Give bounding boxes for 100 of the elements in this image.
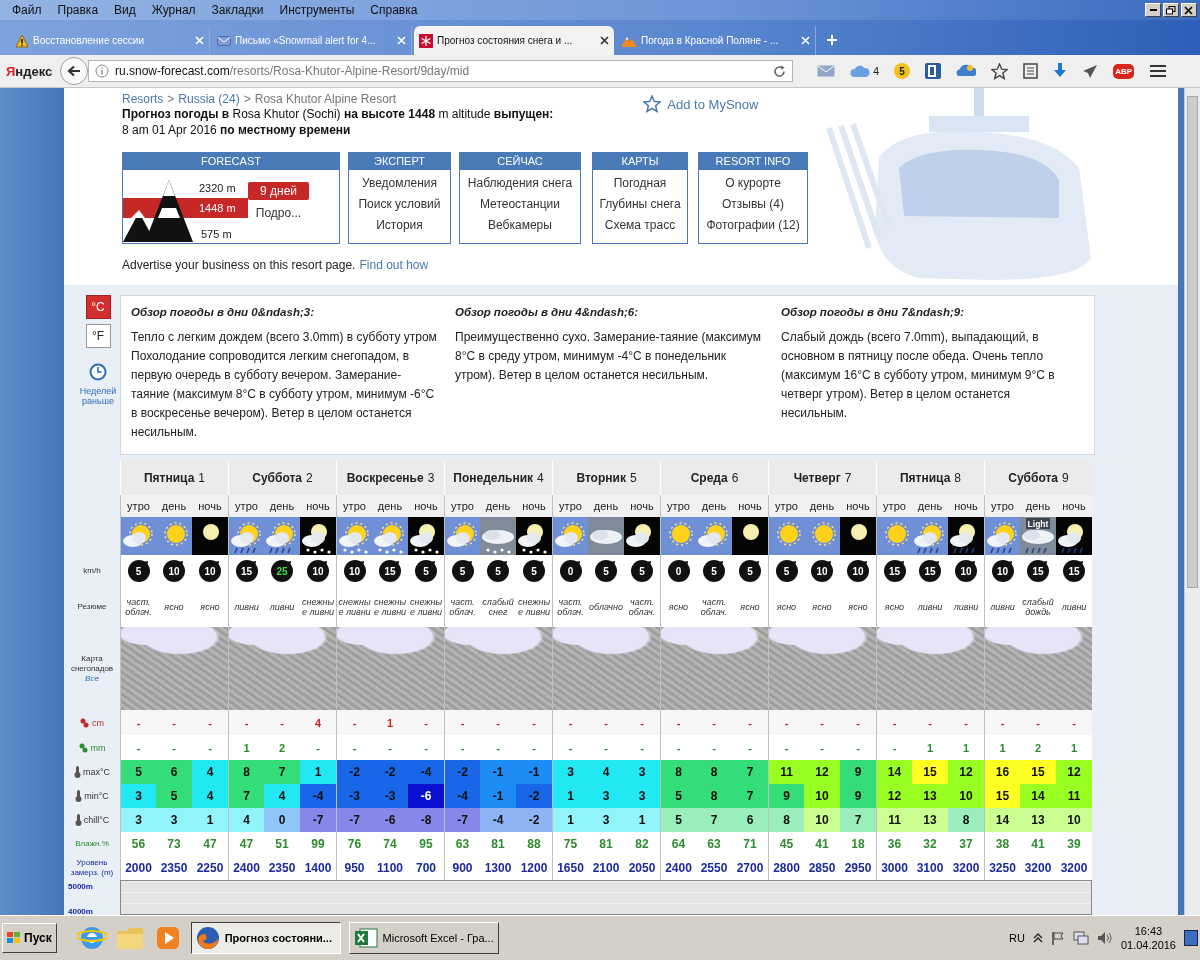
menu-link[interactable]: Метеостанции — [479, 197, 561, 211]
wind-badge: 5 — [775, 560, 798, 582]
restore-button[interactable] — [1163, 3, 1179, 17]
wind-badge: 5 — [415, 560, 437, 582]
menu-link[interactable]: Вебкамеры — [488, 218, 552, 232]
map-placeholder[interactable] — [876, 627, 984, 710]
reload-icon[interactable] — [773, 64, 786, 78]
adblock-badge[interactable]: ABP — [1113, 63, 1134, 79]
add-to-mysnow-link[interactable]: Add to MySnow — [643, 94, 759, 114]
menu-link[interactable]: Глубины снега — [599, 197, 681, 211]
rain-cell: - — [840, 735, 876, 760]
period-label: утро — [552, 495, 588, 517]
unit-toggle[interactable]: °F — [85, 324, 111, 348]
show-desktop-button[interactable] — [1184, 930, 1198, 946]
details-link[interactable]: Подро... — [255, 206, 302, 220]
weather-icon[interactable] — [956, 64, 977, 78]
snow-cell: - — [228, 710, 264, 735]
start-button[interactable]: Пуск — [2, 923, 57, 953]
menu-icon[interactable] — [1149, 64, 1167, 78]
period-label: утро — [228, 495, 264, 517]
menu-item[interactable]: Справка — [362, 3, 426, 17]
cloud-counter[interactable]: 4 — [850, 65, 880, 77]
freezing-level-cell: 2950 — [840, 856, 876, 880]
menu-link[interactable]: Фотографии (12) — [706, 218, 800, 232]
menu-item[interactable]: Инструменты — [271, 3, 363, 17]
temperature-cell: 7 — [264, 760, 300, 784]
reading-list-icon[interactable] — [1023, 63, 1039, 79]
wind-badge: 5 — [451, 560, 474, 582]
clock-date[interactable]: 01.04.2016 — [1120, 938, 1176, 952]
menu-item[interactable]: Журнал — [143, 3, 204, 17]
menu-item[interactable]: Закладки — [203, 3, 272, 17]
map-placeholder[interactable] — [336, 627, 444, 710]
paper-plane-icon[interactable] — [1082, 63, 1099, 79]
days-button[interactable]: 9 дней — [248, 182, 309, 200]
scrollbar-drawing[interactable] — [1184, 88, 1200, 915]
all-maps-link[interactable]: Все — [85, 674, 99, 683]
row-label: Резюме — [77, 602, 107, 612]
unit-toggle[interactable]: °C — [85, 295, 111, 319]
network-icon[interactable] — [1072, 931, 1089, 945]
clock-time[interactable]: 16:43 — [1134, 924, 1163, 938]
menu-link[interactable]: Схема трасс — [604, 218, 676, 232]
chevron-up-icon[interactable] — [1032, 932, 1043, 944]
clock-icon[interactable] — [89, 363, 107, 381]
map-placeholder[interactable] — [768, 627, 876, 710]
close-button[interactable] — [1181, 3, 1197, 17]
app-square-icon[interactable] — [925, 63, 942, 79]
speaker-icon[interactable] — [1096, 931, 1113, 945]
menu-item[interactable]: Файл — [4, 3, 50, 17]
menu-link[interactable]: Поиск условий — [358, 197, 441, 211]
close-tab-icon[interactable] — [600, 36, 609, 45]
flag-icon[interactable] — [1050, 931, 1065, 945]
new-tab-icon[interactable] — [826, 34, 838, 46]
menu-item[interactable]: Правка — [49, 3, 107, 17]
envelope-icon[interactable] — [817, 64, 835, 78]
taskbar-button[interactable]: Microsoft Excel - Гра... — [348, 922, 499, 954]
temperature-cell: 3 — [588, 808, 624, 832]
back-button[interactable] — [60, 57, 88, 85]
taskbar-button[interactable]: Прогноз состояни... — [190, 922, 341, 954]
menu-item[interactable]: Вид — [106, 3, 144, 17]
breadcrumb-link[interactable]: Russia (24) — [178, 92, 240, 106]
menu-link[interactable]: Погодная — [613, 176, 667, 190]
wind-badge: 0 — [559, 560, 582, 582]
address-field[interactable]: ru.snow-forecast.com/resorts/Rosa-Khutor-Alpine-Resort/9day/mid — [88, 60, 793, 82]
menu-link[interactable]: Наблюдения снега — [467, 176, 573, 190]
menu-link[interactable]: Уведомления — [362, 176, 437, 190]
earlier-link[interactable]: Неделей раньше — [78, 386, 118, 406]
advert-link[interactable]: Find out how — [359, 258, 429, 272]
row-label: chill°C — [83, 815, 110, 825]
period-label: ночь — [516, 495, 552, 517]
altitude-selector-drawing[interactable]: 2320 m 1448 m 575 m — [123, 172, 248, 244]
browser-tab[interactable]: Прогноз состояния снега и ... — [414, 26, 614, 55]
menu-link[interactable]: Отзывы (4) — [722, 197, 784, 211]
menu-link[interactable]: О курорте — [725, 176, 781, 190]
rain-cell: - — [876, 735, 912, 760]
map-placeholder[interactable] — [660, 627, 768, 710]
map-placeholder[interactable] — [984, 627, 1092, 710]
minimize-button[interactable] — [1145, 3, 1161, 17]
freezing-level-cell: 3100 — [912, 856, 948, 880]
download-icon[interactable] — [1053, 63, 1068, 79]
temperature-cell: -4 — [444, 784, 480, 808]
period-label: ночь — [732, 495, 768, 517]
star-icon[interactable] — [991, 62, 1009, 80]
summary-cell: снежные ливни — [516, 587, 552, 627]
map-placeholder[interactable] — [444, 627, 552, 710]
search-engine-logo[interactable]: Яндекс — [6, 63, 56, 79]
weather-icon — [661, 517, 696, 555]
map-placeholder[interactable] — [228, 627, 336, 710]
coin-badge[interactable]: 5 — [894, 63, 911, 79]
period-label: день — [1020, 495, 1056, 517]
map-placeholder[interactable] — [552, 627, 660, 710]
language-indicator[interactable]: RU — [1009, 932, 1025, 944]
temperature-cell: 8 — [696, 760, 732, 784]
summary-text: Преимущественно сухо. Замерание-таяние (максимум 8°C в среду утром, минимум -4°C в понедельник утром). Ветер в целом останется несильным. — [455, 329, 762, 384]
breadcrumb-link[interactable]: Resorts — [122, 92, 164, 106]
temperature-cell: 8 — [696, 784, 732, 808]
menu-link[interactable]: История — [376, 218, 423, 232]
map-placeholder[interactable] — [120, 627, 228, 710]
temperature-cell: 13 — [912, 784, 948, 808]
breadcrumb-current: Rosa Khutor Alpine Resort — [254, 92, 397, 106]
temperature-cell: 5 — [660, 808, 696, 832]
